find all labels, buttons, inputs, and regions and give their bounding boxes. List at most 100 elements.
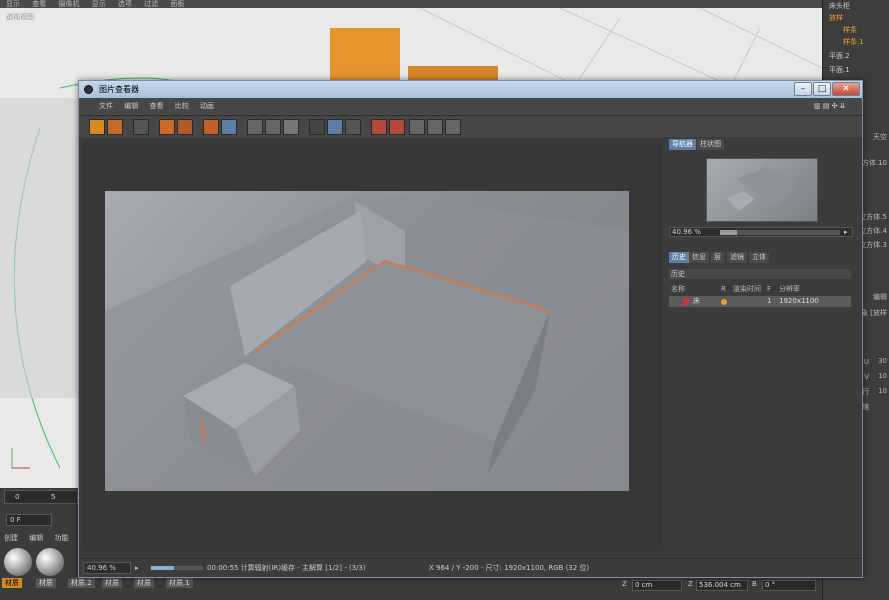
object-item[interactable]: 样条.1 — [843, 37, 864, 47]
coord-b-field[interactable]: 0 ° — [762, 580, 816, 591]
rendered-image — [105, 191, 629, 491]
app-menu-item[interactable]: 查看 — [32, 0, 46, 8]
save-icon[interactable] — [107, 119, 123, 135]
status-zoom-field[interactable]: 40.96 % — [83, 562, 131, 574]
material-menu-item[interactable]: 创建 — [4, 534, 18, 542]
tab-info[interactable]: 信息 — [689, 252, 709, 263]
status-dot-icon — [721, 299, 727, 305]
frame-field[interactable]: 0 F — [6, 514, 52, 526]
viewport-label: 透视视图 — [6, 13, 34, 21]
close-button[interactable]: ✕ — [832, 82, 860, 96]
timeline-tick: 5 — [51, 493, 56, 501]
material-menu-item[interactable]: 编辑 — [29, 534, 43, 542]
tab-navigator[interactable]: 导航器 — [669, 139, 696, 150]
channel-g-icon[interactable] — [327, 119, 343, 135]
viewer-toolbar — [79, 115, 862, 137]
render-thumb-icon — [683, 298, 689, 305]
object-item[interactable]: 放样 — [829, 13, 843, 23]
object-item[interactable]: 样条 — [843, 25, 857, 35]
material-preview[interactable] — [36, 548, 64, 576]
render-progress-text: 00:00:55 计算辐射(IR)缓存 - 主解算 [1/2] - (3/3) — [207, 564, 366, 572]
tab-stereo[interactable]: 立体 — [749, 252, 769, 263]
col-resolution: 分辨率 — [779, 285, 800, 293]
navigator-zoom-value: 40.96 % — [672, 228, 701, 236]
film-icon[interactable] — [133, 119, 149, 135]
render-region-icon[interactable] — [221, 119, 237, 135]
col-name: 名称 — [671, 285, 685, 293]
tab-histogram[interactable]: 柱状图 — [697, 139, 724, 150]
material-preview[interactable] — [4, 548, 32, 576]
material-label[interactable]: 材质 — [102, 578, 122, 588]
user-icon[interactable] — [177, 119, 193, 135]
coord-z-field[interactable]: 0 cm — [632, 580, 682, 591]
coord-z2-field[interactable]: 536.004 cm — [696, 580, 748, 591]
swap-icon[interactable] — [283, 119, 299, 135]
zoom-menu-icon[interactable]: ▸ — [135, 559, 139, 577]
attr-value[interactable]: 10 — [878, 372, 887, 380]
material-label[interactable]: 材质.2 — [68, 578, 95, 588]
app-menu-item[interactable]: 摄像机 — [58, 0, 79, 8]
zoom-slider[interactable] — [720, 230, 840, 235]
app-menu-item[interactable]: 显示 — [6, 0, 20, 8]
thumbnail-image — [727, 167, 797, 211]
ab-a-icon[interactable] — [371, 119, 387, 135]
app-menu-item[interactable]: 选项 — [118, 0, 132, 8]
object-item[interactable]: 平面.1 — [829, 65, 850, 75]
viewer-menu-animate[interactable]: 动画 — [200, 102, 214, 110]
history-frame: 1 — [767, 297, 772, 305]
split-h-icon[interactable] — [427, 119, 443, 135]
coord-label: Z — [688, 580, 693, 588]
minimize-button[interactable]: – — [794, 82, 812, 96]
attr-value[interactable]: 30 — [878, 357, 887, 365]
channel-r-icon[interactable] — [309, 119, 325, 135]
fit-icon[interactable] — [159, 119, 175, 135]
material-menu-item[interactable]: 功能 — [54, 534, 68, 542]
object-item[interactable]: 平面.2 — [829, 51, 850, 61]
history-name: 床 — [693, 297, 700, 305]
material-label[interactable]: 材质 — [36, 578, 56, 588]
image-canvas[interactable] — [83, 139, 663, 551]
zoom-slider-fill — [720, 230, 737, 235]
channel-b-icon[interactable] — [345, 119, 361, 135]
material-label[interactable]: 材质.1 — [166, 578, 193, 588]
viewer-menu-file[interactable]: 文件 — [99, 102, 113, 110]
attr-label: 行 — [862, 388, 869, 396]
col-time: 渲染时间 — [733, 285, 761, 293]
viewer-menu-compare[interactable]: 比较 — [175, 102, 189, 110]
timeline[interactable]: 0 5 — [4, 490, 78, 504]
compare-b-icon[interactable] — [265, 119, 281, 135]
navigator-zoom-bar[interactable]: 40.96 % ▸ — [669, 227, 853, 237]
attr-value[interactable]: 10 — [878, 387, 887, 395]
material-label[interactable]: 材质 — [2, 578, 22, 588]
navigator-thumbnail[interactable] — [706, 158, 818, 222]
object-item[interactable]: 天空 — [873, 132, 887, 142]
tab-filter[interactable]: 滤镜 — [727, 252, 747, 263]
history-row[interactable]: 床 1 1920x1100 — [669, 296, 851, 307]
col-f: F — [767, 285, 772, 293]
object-item[interactable]: 立方体.4 — [859, 226, 887, 236]
app-menu-item[interactable]: 显示 — [92, 0, 106, 8]
attr-tab[interactable]: 编辑 — [873, 292, 887, 302]
object-item[interactable]: 立方体.3 — [859, 240, 887, 250]
split-v-icon[interactable] — [445, 119, 461, 135]
layout-icons[interactable]: ▥ ▤ ✣ ⇊ — [814, 98, 846, 115]
app-menu-item[interactable]: 过滤 — [144, 0, 158, 8]
maximize-button[interactable]: □ — [813, 82, 831, 96]
object-item[interactable]: 立方体.5 — [859, 212, 887, 222]
viewer-menu-edit[interactable]: 编辑 — [124, 102, 138, 110]
viewer-statusbar: 40.96 % ▸ 00:00:55 计算辐射(IR)缓存 - 主解算 [1/2… — [79, 558, 862, 576]
compare-a-icon[interactable] — [247, 119, 263, 135]
render-icon[interactable] — [203, 119, 219, 135]
object-item[interactable]: 床头柜 — [829, 1, 850, 11]
split-icon[interactable] — [409, 119, 425, 135]
picture-viewer-window: 图片查看器 – □ ✕ 文件 编辑 查看 比较 动画 ▥ ▤ ✣ ⇊ 导航器 柱… — [78, 80, 863, 578]
app-menu-item[interactable]: 面板 — [170, 0, 184, 8]
open-icon[interactable] — [89, 119, 105, 135]
viewer-titlebar[interactable]: 图片查看器 – □ ✕ — [79, 81, 862, 98]
tab-history[interactable]: 历史 — [669, 252, 689, 263]
material-label[interactable]: 材质 — [134, 578, 154, 588]
zoom-menu-icon[interactable]: ▸ — [844, 228, 848, 236]
ab-b-icon[interactable] — [389, 119, 405, 135]
viewer-menu-view[interactable]: 查看 — [149, 102, 163, 110]
tab-layers[interactable]: 层 — [711, 252, 724, 263]
